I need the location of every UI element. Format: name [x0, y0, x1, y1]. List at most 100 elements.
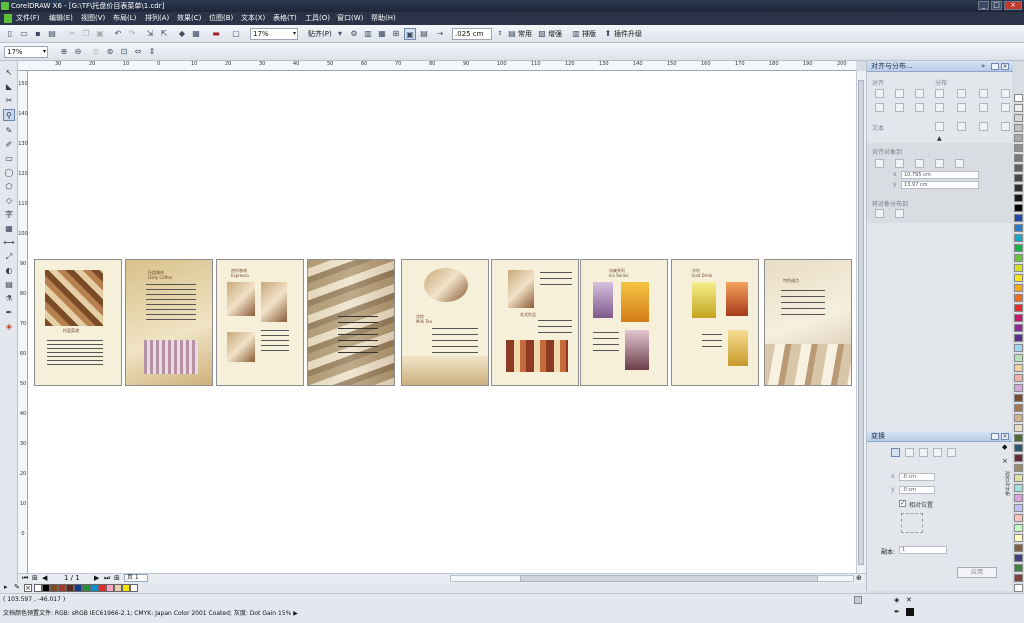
- zoom-levels-combo[interactable]: 17% ▾: [250, 28, 298, 40]
- tab-icon[interactable]: ◆: [1002, 443, 1007, 451]
- expand-icon[interactable]: »: [981, 61, 985, 72]
- layout-icon[interactable]: ▥: [570, 28, 582, 40]
- palette-swatch[interactable]: [1014, 414, 1023, 422]
- align-center-icon[interactable]: [895, 89, 904, 98]
- palette-swatch[interactable]: [1014, 424, 1023, 432]
- palette-swatch[interactable]: [1014, 224, 1023, 232]
- menu-page-8[interactable]: 冷饮 Iced Drink: [671, 259, 759, 386]
- table-tool-icon[interactable]: ▦: [3, 223, 15, 235]
- palette-swatch[interactable]: [1014, 184, 1023, 192]
- page-edge-icon[interactable]: [895, 159, 904, 168]
- add-page-icon[interactable]: ⊞: [32, 574, 38, 582]
- palette-arrow-icon[interactable]: ▸: [4, 583, 8, 591]
- docker-header[interactable]: 对齐与分布... » ×: [867, 61, 1013, 72]
- page-tab[interactable]: 页 1: [124, 574, 148, 582]
- zoom-page-icon[interactable]: ⊡: [118, 46, 130, 58]
- paste-icon[interactable]: ▣: [94, 28, 106, 40]
- palette-swatch[interactable]: [1014, 394, 1023, 402]
- publish-pdf-icon[interactable]: ▬: [210, 28, 222, 40]
- add-page-after-icon[interactable]: ⊞: [114, 574, 120, 582]
- menu-edit[interactable]: 编辑(E): [49, 12, 73, 25]
- zoom-input[interactable]: 17% ▾: [4, 46, 48, 58]
- menu-page-3[interactable]: 热饮咖啡 Espresso: [216, 259, 304, 386]
- guidelines-icon[interactable]: ⊞: [390, 28, 402, 40]
- palette-swatch[interactable]: [34, 584, 42, 592]
- menu-file[interactable]: 文件(F): [16, 12, 40, 25]
- menu-page-2[interactable]: 托盘咖啡 Daily Coffee: [125, 259, 213, 386]
- palette-swatch[interactable]: [1014, 544, 1023, 552]
- crop-tool-icon[interactable]: ✂: [3, 95, 15, 107]
- artistic-media-icon[interactable]: ✐: [3, 139, 15, 151]
- palette-swatch[interactable]: [1014, 374, 1023, 382]
- text-bounding-box-icon[interactable]: [979, 122, 988, 131]
- minimize-docker-button[interactable]: [991, 63, 999, 70]
- distribute-right-icon[interactable]: [979, 89, 988, 98]
- palette-swatch[interactable]: [1014, 304, 1023, 312]
- palette-swatch[interactable]: [98, 584, 106, 592]
- apply-button[interactable]: 应用: [957, 567, 997, 578]
- palette-swatch[interactable]: [1014, 154, 1023, 162]
- zoom-tool-icon[interactable]: ⚲: [3, 109, 15, 121]
- distribute-bottom-icon[interactable]: [979, 103, 988, 112]
- polygon-tool-icon[interactable]: ⬠: [3, 181, 15, 193]
- outline-pen-icon[interactable]: ✒: [894, 608, 900, 616]
- zoom-width-icon[interactable]: ⇔: [132, 46, 144, 58]
- menu-text[interactable]: 文本(X): [241, 12, 265, 25]
- snap-to-menu[interactable]: 贴齐(P): [308, 28, 332, 40]
- active-objects-icon[interactable]: [875, 159, 884, 168]
- menu-page-6[interactable]: 花式饮品: [491, 259, 579, 386]
- relative-position-checkbox[interactable]: ✓: [899, 500, 906, 507]
- docker-header[interactable]: 变换 ×: [867, 431, 1013, 442]
- shape-tool-icon[interactable]: ◣: [3, 81, 15, 93]
- new-icon[interactable]: ▯: [4, 28, 16, 40]
- basic-shapes-icon[interactable]: ◇: [3, 195, 15, 207]
- connector-tool-icon[interactable]: ⤢: [3, 251, 15, 263]
- align-left-icon[interactable]: [875, 89, 884, 98]
- palette-swatch[interactable]: [1014, 274, 1023, 282]
- palette-swatch[interactable]: [74, 584, 82, 592]
- size-tab-icon[interactable]: [933, 448, 942, 457]
- palette-swatch[interactable]: [1014, 174, 1023, 182]
- palette-swatch[interactable]: [1014, 564, 1023, 572]
- import-icon[interactable]: ⇲: [144, 28, 156, 40]
- distribute-center-icon[interactable]: [957, 89, 966, 98]
- menu-view[interactable]: 视图(V): [81, 12, 105, 25]
- close-docker-button[interactable]: ×: [1001, 63, 1009, 70]
- eyedropper-icon[interactable]: ✎: [14, 583, 20, 591]
- align-top-icon[interactable]: [875, 103, 884, 112]
- grid-icon[interactable]: ▦: [376, 28, 388, 40]
- menu-bitmaps[interactable]: 位图(B): [209, 12, 233, 25]
- palette-swatch[interactable]: [1014, 244, 1023, 252]
- plugin-upgrade-button[interactable]: 插件升级: [614, 28, 642, 40]
- close-icon[interactable]: ×: [1002, 457, 1008, 465]
- selection-extent-icon[interactable]: [875, 209, 884, 218]
- open-icon[interactable]: ▭: [18, 28, 30, 40]
- save-icon[interactable]: ▪: [32, 28, 44, 40]
- palette-swatch[interactable]: [1014, 494, 1023, 502]
- vertical-scroll-thumb[interactable]: [858, 80, 864, 565]
- align-bottom-icon[interactable]: [915, 103, 924, 112]
- first-page-icon[interactable]: ⏮: [22, 574, 28, 583]
- text-outline-icon[interactable]: [1001, 122, 1010, 131]
- palette-swatch[interactable]: [1014, 134, 1023, 142]
- copies-input[interactable]: 1: [899, 546, 947, 554]
- palette-swatch[interactable]: [1014, 554, 1023, 562]
- palette-swatch[interactable]: [1014, 444, 1023, 452]
- upgrade-arrow-icon[interactable]: ⬆: [602, 28, 614, 40]
- grid-icon[interactable]: [935, 159, 944, 168]
- print-icon[interactable]: ▤: [46, 28, 58, 40]
- copy-icon[interactable]: ❐: [80, 28, 92, 40]
- fill-bucket-icon[interactable]: ◈: [894, 596, 899, 604]
- palette-swatch[interactable]: [1014, 404, 1023, 412]
- palette-swatch[interactable]: [1014, 434, 1023, 442]
- align-distribute-side-tab[interactable]: 对齐与分布: [1002, 471, 1011, 496]
- specified-point-icon[interactable]: [955, 159, 964, 168]
- transform-x-input[interactable]: .0 cm: [899, 473, 935, 481]
- freehand-tool-icon[interactable]: ✎: [3, 125, 15, 137]
- color-profile-info[interactable]: 文档颜色预置文件: RGB: sRGB IEC61966-2.1; CMYK: …: [3, 608, 298, 617]
- palette-swatch[interactable]: [1014, 354, 1023, 362]
- full-screen-preview-icon[interactable]: ▢: [230, 28, 242, 40]
- palette-swatch[interactable]: [1014, 334, 1023, 342]
- menu-page-1[interactable]: 托盘菜谱: [34, 259, 122, 386]
- maximize-button[interactable]: □: [991, 1, 1002, 10]
